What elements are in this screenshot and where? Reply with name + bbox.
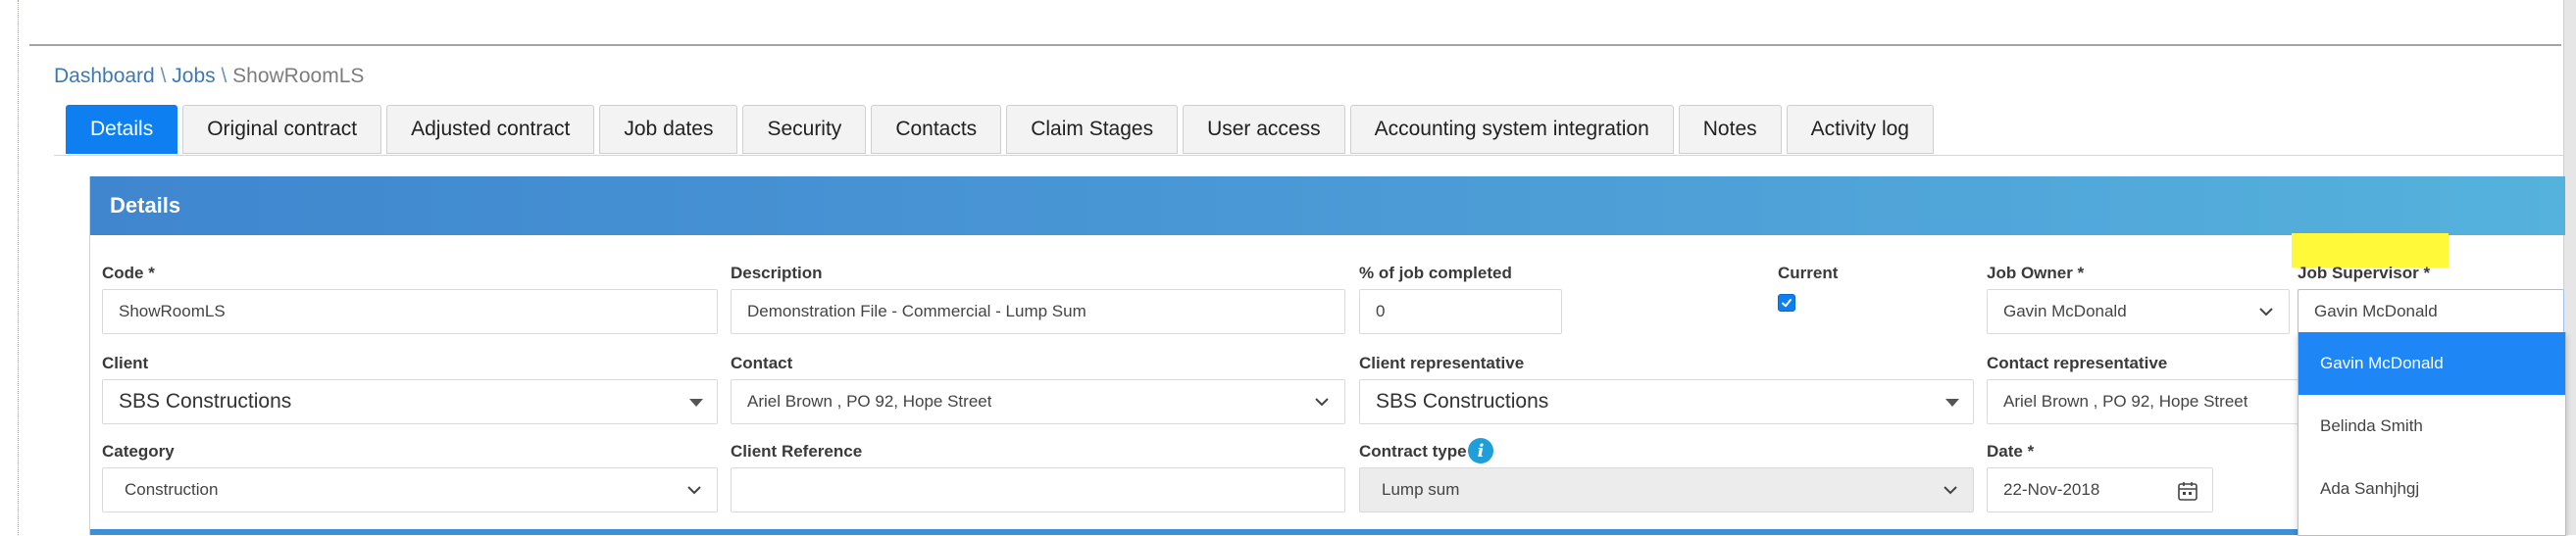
job-owner-label: Job Owner * xyxy=(1987,264,2085,282)
code-value: ShowRoomLS xyxy=(119,302,226,320)
description-value: Demonstration File - Commercial - Lump S… xyxy=(747,302,1086,320)
percent-completed-value: 0 xyxy=(1376,302,1386,320)
code-label: Code * xyxy=(102,264,155,282)
tab-adjusted-contract[interactable]: Adjusted contract xyxy=(386,105,595,154)
description-input[interactable]: Demonstration File - Commercial - Lump S… xyxy=(731,289,1345,334)
contract-type-label: Contract type xyxy=(1359,442,1467,461)
percent-completed-input[interactable]: 0 xyxy=(1359,289,1562,334)
app-header xyxy=(0,0,2563,45)
panel-title: Details xyxy=(90,176,2565,235)
header-divider xyxy=(29,44,2561,46)
client-representative-value: SBS Constructions xyxy=(1376,390,1549,413)
job-supervisor-select[interactable]: Gavin McDonald xyxy=(2298,289,2564,334)
contact-value: Ariel Brown , PO 92, Hope Street xyxy=(747,392,992,411)
contact-representative-value: Ariel Brown , PO 92, Hope Street xyxy=(2003,392,2248,411)
tab-bar: Details Original contract Adjusted contr… xyxy=(54,94,2564,156)
chevron-down-icon xyxy=(687,486,701,495)
contract-type-select[interactable]: Lump sum xyxy=(1359,467,1974,512)
tab-job-dates[interactable]: Job dates xyxy=(599,105,738,154)
dropdown-option[interactable]: Belinda Smith xyxy=(2298,395,2565,458)
client-reference-label: Client Reference xyxy=(731,442,863,461)
job-supervisor-label: Job Supervisor * xyxy=(2298,264,2431,282)
job-supervisor-highlight xyxy=(2292,233,2449,268)
tab-contacts[interactable]: Contacts xyxy=(871,105,1002,154)
tab-activity-log[interactable]: Activity log xyxy=(1786,105,1934,154)
breadcrumb-separator: \ xyxy=(160,65,167,87)
client-select[interactable]: SBS Constructions xyxy=(102,379,718,424)
calendar-icon[interactable] xyxy=(2177,480,2198,502)
tab-original-contract[interactable]: Original contract xyxy=(182,105,382,154)
client-label: Client xyxy=(102,354,149,372)
date-value: 22-Nov-2018 xyxy=(2003,480,2100,499)
client-representative-select[interactable]: SBS Constructions xyxy=(1359,379,1974,424)
category-value: Construction xyxy=(125,480,219,499)
dropdown-option[interactable]: Ada Sanhjhgj xyxy=(2298,458,2565,520)
contact-representative-label: Contact representative xyxy=(1987,354,2168,372)
tab-security[interactable]: Security xyxy=(742,105,867,154)
job-owner-value: Gavin McDonald xyxy=(2003,302,2127,320)
next-panel-edge xyxy=(90,529,2565,535)
info-icon[interactable]: i xyxy=(1468,438,1493,463)
job-owner-select[interactable]: Gavin McDonald xyxy=(1987,289,2290,334)
contact-select[interactable]: Ariel Brown , PO 92, Hope Street xyxy=(731,379,1345,424)
tab-accounting-system-integration[interactable]: Accounting system integration xyxy=(1349,105,1674,154)
dropdown-option[interactable]: Gavin McDonald xyxy=(2298,332,2565,395)
chevron-down-icon xyxy=(1315,398,1329,407)
breadcrumb-dashboard-link[interactable]: Dashboard xyxy=(54,65,155,87)
tab-details[interactable]: Details xyxy=(66,105,178,154)
category-select[interactable]: Construction xyxy=(102,467,718,512)
percent-completed-label: % of job completed xyxy=(1359,264,1512,282)
contact-representative-select[interactable]: Ariel Brown , PO 92, Hope Street xyxy=(1987,379,2300,424)
job-supervisor-dropdown: Gavin McDonald Belinda Smith Ada Sanhjhg… xyxy=(2298,332,2566,536)
current-checkbox[interactable] xyxy=(1778,294,1795,312)
current-label: Current xyxy=(1778,264,1839,282)
tab-claim-stages[interactable]: Claim Stages xyxy=(1006,105,1179,154)
job-supervisor-value: Gavin McDonald xyxy=(2314,302,2438,320)
breadcrumb-current: ShowRoomLS xyxy=(232,65,365,87)
code-input[interactable]: ShowRoomLS xyxy=(102,289,718,334)
description-label: Description xyxy=(731,264,823,282)
breadcrumb: Dashboard \ Jobs \ ShowRoomLS xyxy=(54,65,364,88)
caret-down-icon xyxy=(689,399,703,407)
date-label: Date * xyxy=(1987,442,2035,461)
check-icon xyxy=(1782,299,1792,308)
breadcrumb-separator: \ xyxy=(221,65,227,87)
breadcrumb-jobs-link[interactable]: Jobs xyxy=(172,65,215,87)
caret-down-icon xyxy=(1945,399,1959,407)
client-representative-label: Client representative xyxy=(1359,354,1525,372)
contact-label: Contact xyxy=(731,354,793,372)
contract-type-value: Lump sum xyxy=(1382,480,1460,499)
page-left-border xyxy=(18,0,19,535)
category-label: Category xyxy=(102,442,175,461)
tab-user-access[interactable]: User access xyxy=(1183,105,1345,154)
client-reference-input[interactable] xyxy=(731,467,1345,512)
client-value: SBS Constructions xyxy=(119,390,292,413)
date-input[interactable]: 22-Nov-2018 xyxy=(1987,467,2213,512)
chevron-down-icon xyxy=(2259,308,2273,317)
chevron-down-icon xyxy=(1944,486,1957,495)
tab-notes[interactable]: Notes xyxy=(1678,105,1782,154)
